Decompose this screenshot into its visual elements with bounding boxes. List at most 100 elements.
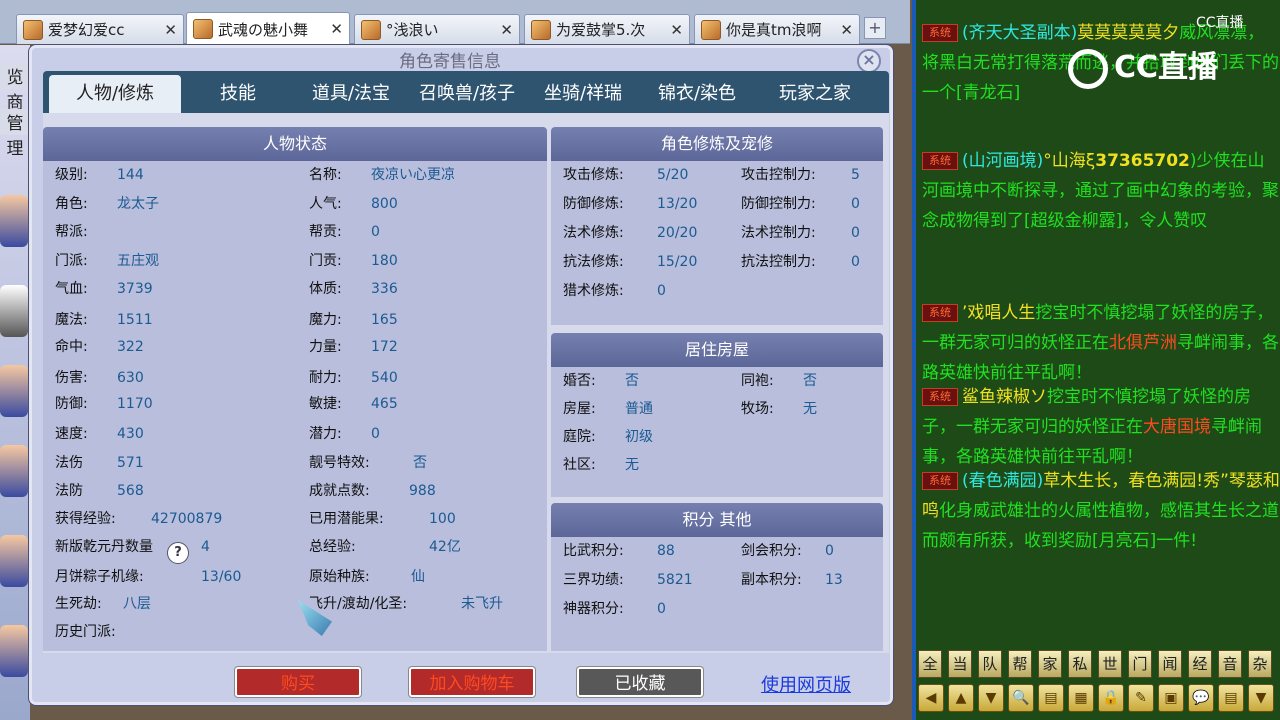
stat-row: 三界功绩: 5821 [563, 566, 693, 594]
brush-icon[interactable]: ✎ [1128, 684, 1154, 712]
stat-value: 336 [371, 281, 398, 297]
channel-button[interactable]: 帮 [1008, 650, 1032, 678]
stat-label: 三界功绩: [563, 572, 624, 588]
stat-row: 敏捷: 465 [309, 390, 398, 418]
lock-icon[interactable]: 🔒 [1098, 684, 1124, 712]
stat-value: 322 [117, 339, 144, 355]
stat-row: 飞升/渡劫/化圣: 未飞升 [309, 590, 503, 618]
stat-value: 0 [371, 224, 380, 240]
menu-icon[interactable]: ▼ [1248, 684, 1274, 712]
up-icon[interactable]: ▲ [948, 684, 974, 712]
channel-button[interactable]: 闻 [1158, 650, 1182, 678]
channel-button[interactable]: 当 [948, 650, 972, 678]
stat-row: 魔法: 1511 [55, 306, 153, 334]
stat-value: 88 [657, 543, 675, 559]
status-panel: 级别: 144 角色: 龙太子 帮派: 门派: 五庄观 气血: 3739 魔法: 1511 命中: 32… [43, 161, 547, 651]
buy-button[interactable]: 购买 [235, 667, 361, 697]
stat-row: 潜力: 0 [309, 420, 380, 448]
stat-value: 八层 [123, 596, 151, 612]
cc-logo: CC直播 [1068, 46, 1244, 90]
tab-3[interactable]: °浅浪い ✕ [354, 14, 520, 44]
tab-2[interactable]: 武魂の魅小舞 ✕ [186, 12, 350, 45]
tab-mounts[interactable]: 坐骑/祥瑞 [527, 75, 639, 113]
left-menu-manage[interactable]: 管理 [0, 109, 30, 159]
tab-1[interactable]: 爱梦幻爱cc ✕ [16, 14, 184, 44]
stat-value: 无 [625, 457, 639, 473]
channel-button[interactable]: 世 [1098, 650, 1122, 678]
close-icon[interactable]: ✕ [330, 20, 343, 38]
stat-label: 获得经验: [55, 511, 116, 527]
new-tab-button[interactable]: + [864, 17, 886, 39]
stat-label: 帮派: [55, 224, 88, 240]
web-version-link[interactable]: 使用网页版 [761, 671, 851, 697]
stat-row: 生死劫: 八层 [55, 590, 151, 618]
copy-icon[interactable]: ▣ [1158, 684, 1184, 712]
stat-row: 法伤 571 [55, 449, 144, 477]
channel-button[interactable]: 全 [918, 650, 942, 678]
back-icon[interactable]: ◀ [918, 684, 944, 712]
tab-pets[interactable]: 召唤兽/孩子 [409, 75, 525, 113]
channel-button[interactable]: 队 [978, 650, 1002, 678]
stat-row: 比武积分: 88 [563, 537, 675, 565]
note-icon[interactable]: ▤ [1038, 684, 1064, 712]
channel-button[interactable]: 门 [1128, 650, 1152, 678]
left-menu-shop[interactable]: 览商 [0, 63, 30, 113]
stat-label: 速度: [55, 426, 88, 442]
list-icon[interactable]: ▤ [1218, 684, 1244, 712]
tab-label: °浅浪い [386, 21, 439, 39]
stat-row: 法术控制力: 0 [741, 219, 860, 247]
cc-logo-icon [1068, 48, 1108, 89]
stat-row: 获得经验: 42700879 [55, 505, 222, 533]
stat-value: 800 [371, 196, 398, 212]
channel-button[interactable]: 杂 [1248, 650, 1272, 678]
grid-icon[interactable]: ▦ [1068, 684, 1094, 712]
tab-outfits[interactable]: 锦衣/染色 [641, 75, 753, 113]
stat-value: 42700879 [151, 511, 223, 527]
tab-4[interactable]: 为爱鼓掌5.次 ✕ [524, 14, 690, 44]
stat-label: 已用潜能果: [309, 511, 384, 527]
channel-button[interactable]: 音 [1218, 650, 1242, 678]
tab-label: 武魂の魅小舞 [218, 20, 309, 39]
stat-row: 新版乾元丹数量 4 [55, 533, 210, 561]
close-button[interactable]: × [857, 49, 881, 73]
down-icon[interactable]: ▼ [978, 684, 1004, 712]
stat-value: 430 [117, 426, 144, 442]
favorited-button[interactable]: 已收藏 [577, 667, 703, 697]
channel-button[interactable]: 经 [1188, 650, 1212, 678]
tab-character[interactable]: 人物/修炼 [49, 75, 181, 113]
stat-value: 144 [117, 167, 144, 183]
stat-row: 魔力: 165 [309, 306, 398, 334]
close-icon[interactable]: ✕ [840, 21, 853, 39]
stat-value: 20/20 [657, 225, 698, 241]
tab-skills[interactable]: 技能 [183, 75, 293, 113]
channel-button[interactable]: 私 [1068, 650, 1092, 678]
tab-home[interactable]: 玩家之家 [755, 75, 875, 113]
stat-label: 房屋: [563, 401, 596, 417]
stat-label: 月饼粽子机缘: [55, 569, 144, 585]
stat-label: 人气: [309, 196, 342, 212]
tab-items[interactable]: 道具/法宝 [295, 75, 407, 113]
chat-message: 系统 (春色满园)草木生长，春色满园!秀”琴瑟和鸣化身威武雄壮的火属性植物，感悟其… [922, 466, 1280, 556]
tab-5[interactable]: 你是真tm浪啊 ✕ [694, 14, 860, 44]
avatar [0, 365, 28, 417]
close-icon[interactable]: ✕ [500, 21, 513, 39]
chat-icon[interactable]: 💬 [1188, 684, 1214, 712]
close-icon[interactable]: ✕ [164, 21, 177, 39]
stat-label: 总经验: [309, 539, 356, 555]
channel-button[interactable]: 家 [1038, 650, 1062, 678]
chat-player: 莫莫莫莫莫夕 [1077, 23, 1180, 43]
stat-label: 抗法控制力: [741, 254, 816, 270]
cc-logo-text: CC直播 [1114, 50, 1219, 85]
add-to-cart-button[interactable]: 加入购物车 [409, 667, 535, 697]
stat-value: 仙 [411, 569, 425, 585]
stat-value: 五庄观 [117, 253, 159, 269]
search-icon[interactable]: 🔍 [1008, 684, 1034, 712]
help-icon[interactable]: ? [167, 542, 189, 564]
stat-label: 气血: [55, 281, 88, 297]
stat-value: 568 [117, 483, 144, 499]
stat-row: 法防 568 [55, 477, 144, 505]
close-icon[interactable]: ✕ [670, 21, 683, 39]
stat-row: 伤害: 630 [55, 364, 144, 392]
house-header: 居住房屋 [551, 333, 883, 367]
stat-label: 攻击控制力: [741, 167, 816, 183]
